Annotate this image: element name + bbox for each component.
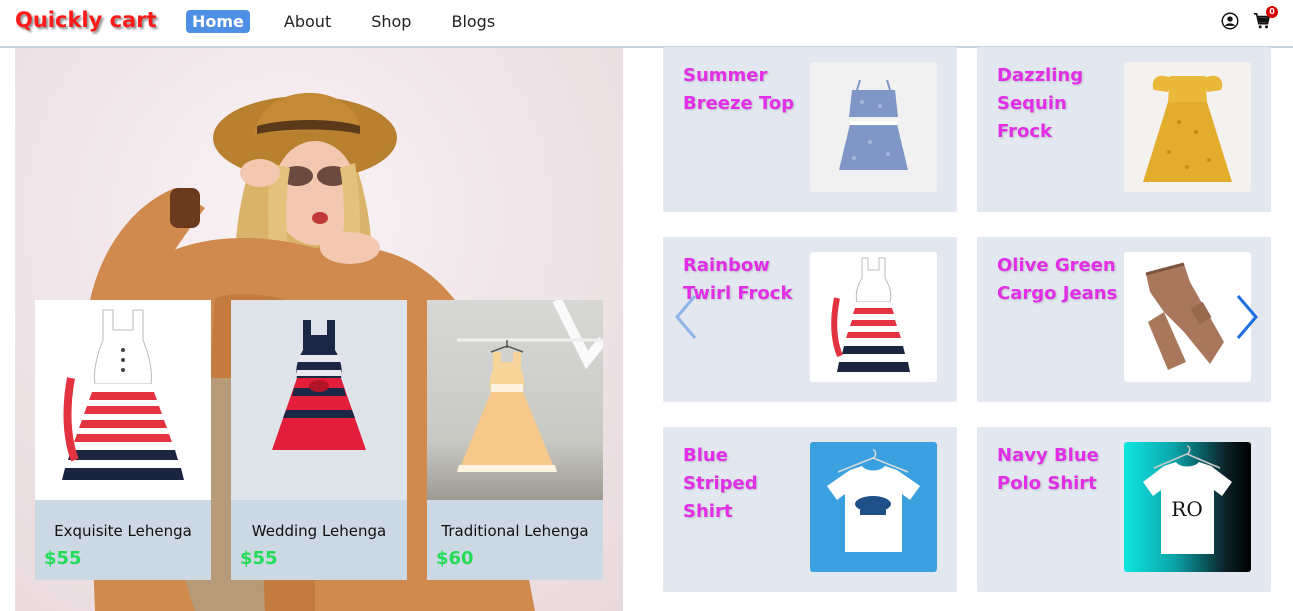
product-price: $55 — [44, 548, 82, 569]
product-card[interactable]: Dazzling Sequin Frock — [977, 47, 1271, 212]
nav-icons: 0 — [1221, 6, 1278, 30]
product-title: Navy Blue Polo Shirt — [997, 445, 1099, 494]
product-price: $55 — [240, 548, 278, 569]
nav-about[interactable]: About — [278, 10, 337, 33]
product-image — [35, 300, 211, 500]
hero-product-card[interactable]: Exquisite Lehenga $55 — [35, 300, 211, 580]
hero-banner: Exquisite Lehenga $55 Wedding Lehenga $5… — [15, 48, 623, 611]
product-title: Blue Striped Shirt — [683, 445, 758, 522]
product-card[interactable]: Rainbow Twirl Frock — [663, 237, 957, 402]
product-name: Wedding Lehenga — [251, 522, 387, 540]
product-card[interactable]: Olive Green Cargo Jeans — [977, 237, 1271, 402]
product-image — [231, 300, 407, 500]
product-name: Exquisite Lehenga — [54, 522, 192, 540]
product-price: $60 — [436, 548, 474, 569]
product-image: RO — [1124, 442, 1251, 572]
carousel-prev-arrow[interactable] — [673, 294, 699, 340]
product-image — [427, 300, 603, 500]
product-name: Traditional Lehenga — [441, 522, 589, 540]
nav-links: Home About Shop Blogs — [186, 10, 529, 33]
user-icon[interactable] — [1221, 12, 1239, 30]
product-title: Summer Breeze Top — [683, 65, 795, 114]
navbar: Quickly cart Home About Shop Blogs 0 — [0, 0, 1293, 48]
product-image — [810, 62, 937, 192]
cart-button[interactable]: 0 — [1253, 6, 1278, 30]
nav-home[interactable]: Home — [186, 10, 250, 33]
product-image — [810, 442, 937, 572]
product-title: Dazzling Sequin Frock — [997, 65, 1084, 142]
product-title: Olive Green Cargo Jeans — [997, 255, 1118, 304]
product-card[interactable]: Summer Breeze Top — [663, 47, 957, 212]
product-image — [1124, 62, 1251, 192]
product-title: Rainbow Twirl Frock — [683, 255, 793, 304]
cart-count-badge: 0 — [1266, 6, 1278, 18]
nav-shop[interactable]: Shop — [365, 10, 417, 33]
product-image — [810, 252, 937, 382]
brand-logo[interactable]: Quickly cart — [15, 8, 157, 32]
svg-text:RO: RO — [1171, 497, 1202, 521]
carousel-next-arrow[interactable] — [1234, 294, 1260, 340]
product-card[interactable]: Navy Blue Polo Shirt RO — [977, 427, 1271, 592]
product-image — [1124, 252, 1251, 382]
product-card[interactable]: Blue Striped Shirt — [663, 427, 957, 592]
hero-product-card[interactable]: Traditional Lehenga $60 — [427, 300, 603, 580]
nav-blogs[interactable]: Blogs — [445, 10, 501, 33]
hero-product-card[interactable]: Wedding Lehenga $55 — [231, 300, 407, 580]
